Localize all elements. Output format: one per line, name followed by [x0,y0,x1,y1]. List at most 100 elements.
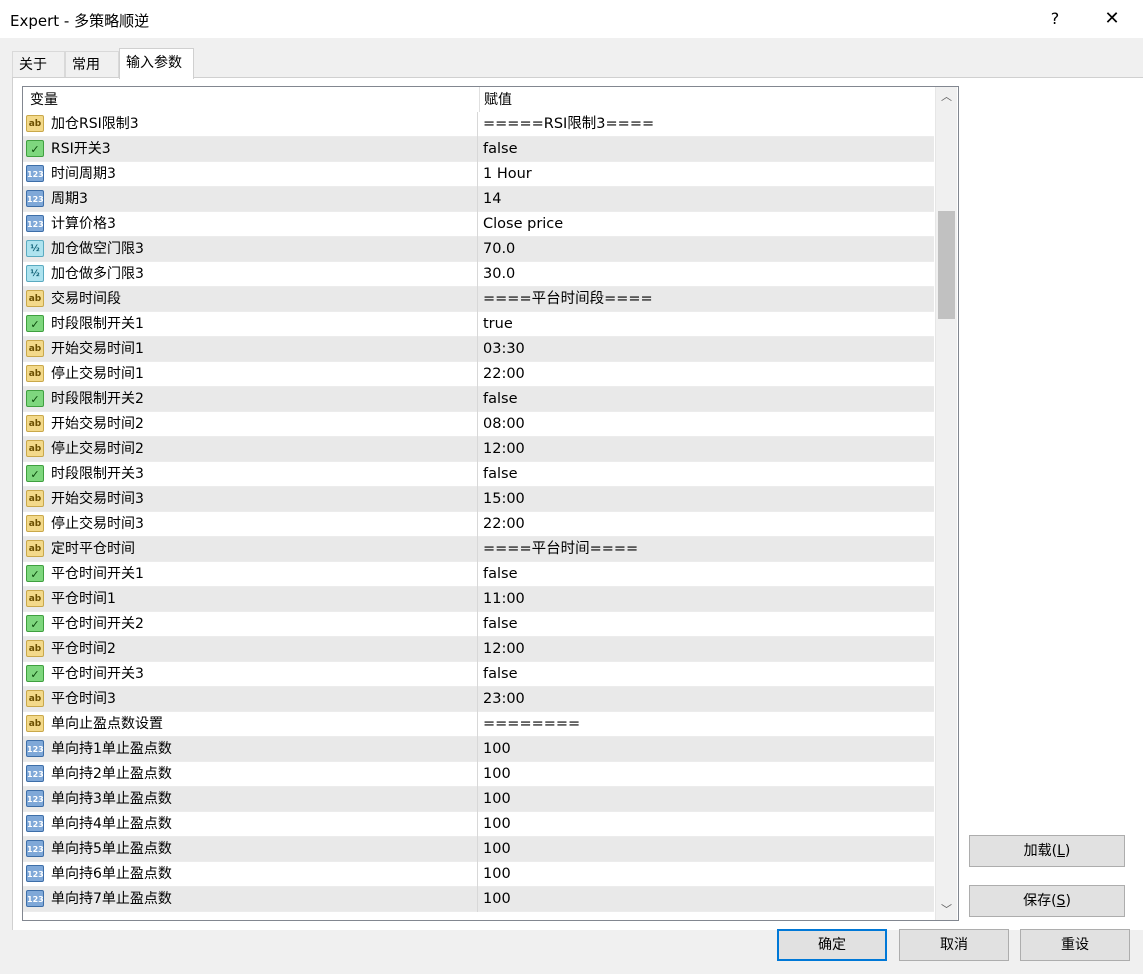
value-cell[interactable]: false [478,462,939,487]
table-row[interactable]: ab 停止交易时间1 22:00 [23,362,934,387]
value-cell[interactable]: ======== [478,712,939,737]
table-row[interactable]: ab 加仓RSI限制3 =====RSI限制3==== [23,112,934,137]
table-row[interactable]: ab 开始交易时间2 08:00 [23,412,934,437]
value-cell[interactable]: 100 [478,887,939,912]
load-button[interactable]: 加载(L) [969,835,1125,867]
string-type-icon: ab [26,590,44,607]
boolean-type-icon: ✓ [26,390,44,407]
table-row[interactable]: 123 周期3 14 [23,187,934,212]
cancel-button[interactable]: 取消 [899,929,1009,961]
variable-cell: ab 交易时间段 [23,287,478,312]
table-row[interactable]: 123 单向持3单止盈点数 100 [23,787,934,812]
value-cell[interactable]: 08:00 [478,412,939,437]
table-row[interactable]: ✓ 时段限制开关1 true [23,312,934,337]
value-cell[interactable]: false [478,137,939,162]
variable-name: 加仓做空门限3 [51,241,144,257]
value-cell[interactable]: 15:00 [478,487,939,512]
table-row[interactable]: ½ 加仓做多门限3 30.0 [23,262,934,287]
table-row[interactable]: 123 单向持4单止盈点数 100 [23,812,934,837]
table-row[interactable]: ✓ 时段限制开关2 false [23,387,934,412]
table-row[interactable]: 123 计算价格3 Close price [23,212,934,237]
value-cell[interactable]: 30.0 [478,262,939,287]
value-cell[interactable]: Close price [478,212,939,237]
value-cell[interactable]: 23:00 [478,687,939,712]
table-row[interactable]: 123 单向持7单止盈点数 100 [23,887,934,912]
value-cell[interactable]: 11:00 [478,587,939,612]
string-type-icon: ab [26,365,44,382]
value-cell[interactable]: false [478,612,939,637]
value-cell[interactable]: ====平台时间段==== [478,287,939,312]
column-header-value[interactable]: 赋值 [479,87,939,112]
table-row[interactable]: ab 单向止盈点数设置 ======== [23,712,934,737]
help-button[interactable]: ? [1040,0,1070,38]
value-cell[interactable]: 03:30 [478,337,939,362]
value-cell[interactable]: 100 [478,862,939,887]
table-row[interactable]: ab 交易时间段 ====平台时间段==== [23,287,934,312]
value-cell[interactable]: 12:00 [478,637,939,662]
value-cell[interactable]: 12:00 [478,437,939,462]
scrollbar-thumb[interactable] [938,211,955,319]
variable-name: 单向持2单止盈点数 [51,766,172,782]
value-cell[interactable]: 100 [478,837,939,862]
column-header-name[interactable]: 变量 [23,87,480,112]
variable-cell: ab 开始交易时间1 [23,337,478,362]
chevron-down-icon[interactable]: ﹀ [936,900,957,920]
value-cell[interactable]: =====RSI限制3==== [478,112,939,137]
variable-name: 定时平仓时间 [51,541,135,557]
value-cell[interactable]: 100 [478,762,939,787]
ok-button[interactable]: 确定 [777,929,887,961]
table-row[interactable]: 123 单向持1单止盈点数 100 [23,737,934,762]
value-cell[interactable]: false [478,662,939,687]
value-cell[interactable]: false [478,387,939,412]
boolean-type-icon: ✓ [26,465,44,482]
value-cell[interactable]: 100 [478,812,939,837]
table-row[interactable]: ✓ RSI开关3 false [23,137,934,162]
value-cell[interactable]: 100 [478,737,939,762]
table-row[interactable]: 123 时间周期3 1 Hour [23,162,934,187]
table-row[interactable]: 123 单向持6单止盈点数 100 [23,862,934,887]
string-type-icon: ab [26,715,44,732]
variable-name: 加仓RSI限制3 [51,116,139,132]
table-row[interactable]: ab 定时平仓时间 ====平台时间==== [23,537,934,562]
tab-inputs[interactable]: 输入参数 [119,48,194,79]
integer-type-icon: 123 [26,840,44,857]
variable-name: 时段限制开关1 [51,316,144,332]
variable-name: 平仓时间开关2 [51,616,144,632]
value-cell[interactable]: false [478,562,939,587]
reset-button[interactable]: 重设 [1020,929,1130,961]
table-row[interactable]: 123 单向持2单止盈点数 100 [23,762,934,787]
variable-cell: ✓ 平仓时间开关3 [23,662,478,687]
value-cell[interactable]: 14 [478,187,939,212]
value-cell[interactable]: true [478,312,939,337]
vertical-scrollbar[interactable]: ︿ ﹀ [935,87,957,920]
close-button[interactable]: ✕ [1096,0,1128,38]
variable-name: 停止交易时间1 [51,366,144,382]
table-row[interactable]: ab 平仓时间2 12:00 [23,637,934,662]
value-cell[interactable]: 22:00 [478,512,939,537]
table-row[interactable]: ab 开始交易时间3 15:00 [23,487,934,512]
tab-common[interactable]: 常用 [65,51,119,78]
value-cell[interactable]: 100 [478,787,939,812]
table-row[interactable]: ✓ 时段限制开关3 false [23,462,934,487]
chevron-up-icon[interactable]: ︿ [936,87,957,107]
table-row[interactable]: ½ 加仓做空门限3 70.0 [23,237,934,262]
tab-about[interactable]: 关于 [12,51,65,78]
save-button[interactable]: 保存(S) [969,885,1125,917]
value-cell[interactable]: 1 Hour [478,162,939,187]
table-row[interactable]: ab 平仓时间1 11:00 [23,587,934,612]
value-cell[interactable]: ====平台时间==== [478,537,939,562]
table-row[interactable]: ab 停止交易时间3 22:00 [23,512,934,537]
table-row[interactable]: ✓ 平仓时间开关1 false [23,562,934,587]
table-row[interactable]: ab 平仓时间3 23:00 [23,687,934,712]
table-row[interactable]: 123 单向持5单止盈点数 100 [23,837,934,862]
variable-name: 单向持3单止盈点数 [51,791,172,807]
value-cell[interactable]: 22:00 [478,362,939,387]
variable-cell: 123 单向持4单止盈点数 [23,812,478,837]
table-row[interactable]: ab 开始交易时间1 03:30 [23,337,934,362]
table-row[interactable]: ab 停止交易时间2 12:00 [23,437,934,462]
variable-cell: ✓ 时段限制开关1 [23,312,478,337]
table-row[interactable]: ✓ 平仓时间开关3 false [23,662,934,687]
string-type-icon: ab [26,490,44,507]
value-cell[interactable]: 70.0 [478,237,939,262]
table-row[interactable]: ✓ 平仓时间开关2 false [23,612,934,637]
